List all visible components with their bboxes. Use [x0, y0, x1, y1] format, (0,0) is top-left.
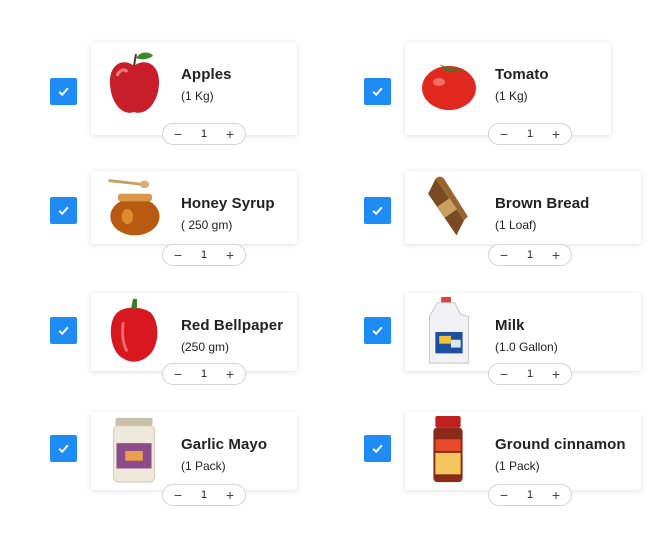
increment-button[interactable]: +	[549, 488, 563, 502]
quantity-value: 1	[200, 249, 208, 261]
product-card: Red Bellpaper (250 gm)	[91, 293, 297, 371]
check-icon	[372, 444, 383, 454]
quantity-value: 1	[200, 489, 208, 501]
product-quantity: (250 gm)	[181, 340, 230, 354]
product-card: Ground cinnamon (1 Pack)	[405, 412, 641, 490]
quantity-value: 1	[200, 128, 208, 140]
product-quantity: (1 Kg)	[495, 89, 528, 103]
product-card: Apples (1 Kg)	[91, 42, 297, 135]
check-icon	[372, 326, 383, 336]
product-name: Red Bellpaper	[181, 317, 284, 334]
decrement-button[interactable]: −	[171, 127, 185, 141]
product-name: Tomato	[495, 66, 549, 83]
bell-pepper-image	[110, 298, 158, 362]
increment-button[interactable]: +	[223, 367, 237, 381]
increment-button[interactable]: +	[549, 248, 563, 262]
honey-jar-image	[108, 179, 160, 236]
check-icon	[372, 206, 383, 216]
quantity-value: 1	[526, 489, 534, 501]
apple-image	[109, 52, 160, 113]
quantity-stepper: − 1 +	[488, 244, 572, 266]
product-quantity: (1.0 Gallon)	[495, 340, 558, 354]
decrement-button[interactable]: −	[497, 367, 511, 381]
item-checkbox[interactable]	[50, 435, 77, 462]
item-checkbox[interactable]	[50, 197, 77, 224]
check-icon	[58, 444, 69, 454]
product-quantity: (1 Loaf)	[495, 218, 537, 232]
check-icon	[372, 87, 383, 97]
quantity-stepper: − 1 +	[162, 123, 246, 145]
item-checkbox[interactable]	[364, 197, 391, 224]
quantity-stepper: − 1 +	[162, 363, 246, 385]
increment-button[interactable]: +	[549, 367, 563, 381]
quantity-stepper: − 1 +	[488, 123, 572, 145]
item-checkbox[interactable]	[364, 435, 391, 462]
product-quantity: ( 250 gm)	[181, 218, 233, 232]
quantity-stepper: − 1 +	[162, 484, 246, 506]
quantity-value: 1	[526, 368, 534, 380]
item-checkbox[interactable]	[364, 78, 391, 105]
mayo-jar-image	[113, 417, 155, 483]
spice-bottle-image	[433, 415, 463, 483]
increment-button[interactable]: +	[223, 248, 237, 262]
check-icon	[58, 206, 69, 216]
quantity-value: 1	[526, 249, 534, 261]
product-quantity: (1 Kg)	[181, 89, 214, 103]
quantity-value: 1	[526, 128, 534, 140]
increment-button[interactable]: +	[223, 488, 237, 502]
product-card: Brown Bread (1 Loaf)	[405, 171, 641, 244]
decrement-button[interactable]: −	[171, 248, 185, 262]
check-icon	[58, 87, 69, 97]
product-name: Ground cinnamon	[495, 436, 626, 453]
item-checkbox[interactable]	[50, 78, 77, 105]
increment-button[interactable]: +	[223, 127, 237, 141]
product-quantity: (1 Pack)	[495, 459, 540, 473]
product-card: Tomato (1 Kg)	[405, 42, 611, 135]
decrement-button[interactable]: −	[171, 367, 185, 381]
milk-jug-image	[429, 296, 469, 364]
product-quantity: (1 Pack)	[181, 459, 226, 473]
product-card: Milk (1.0 Gallon)	[405, 293, 641, 371]
increment-button[interactable]: +	[549, 127, 563, 141]
check-icon	[58, 326, 69, 336]
quantity-stepper: − 1 +	[162, 244, 246, 266]
product-name: Milk	[495, 317, 525, 334]
item-checkbox[interactable]	[50, 317, 77, 344]
product-card: Garlic Mayo (1 Pack)	[91, 412, 297, 490]
quantity-stepper: − 1 +	[488, 484, 572, 506]
product-name: Garlic Mayo	[181, 436, 268, 453]
decrement-button[interactable]: −	[497, 488, 511, 502]
decrement-button[interactable]: −	[497, 127, 511, 141]
decrement-button[interactable]: −	[171, 488, 185, 502]
product-name: Honey Syrup	[181, 195, 275, 212]
item-checkbox[interactable]	[364, 317, 391, 344]
product-card: Honey Syrup ( 250 gm)	[91, 171, 297, 244]
bread-loaf-image	[428, 176, 468, 236]
quantity-stepper: − 1 +	[488, 363, 572, 385]
product-name: Apples	[181, 66, 232, 83]
decrement-button[interactable]: −	[497, 248, 511, 262]
tomato-image	[422, 64, 476, 110]
product-name: Brown Bread	[495, 195, 590, 212]
quantity-value: 1	[200, 368, 208, 380]
